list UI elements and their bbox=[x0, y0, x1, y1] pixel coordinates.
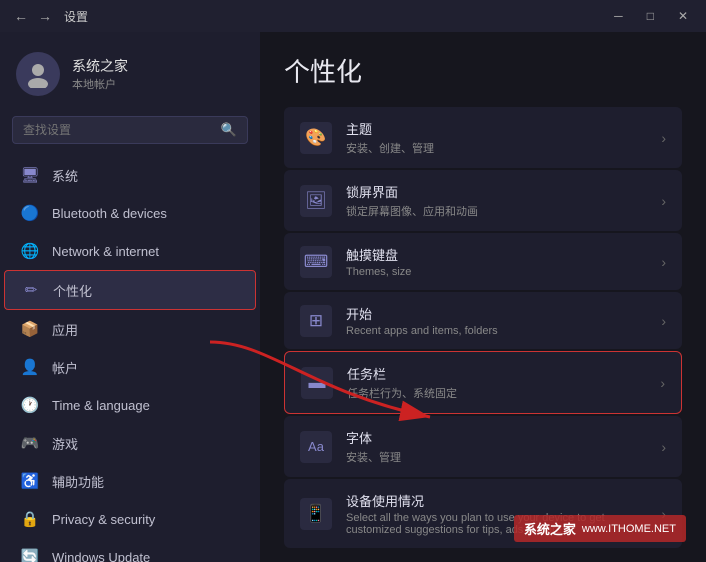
settings-arrow-lockscreen: › bbox=[661, 193, 666, 209]
minimize-button[interactable]: ─ bbox=[608, 7, 629, 25]
settings-list: 🎨 主题 安装、创建、管理 › 🖼 锁屏界面 锁定屏幕图像、应用和动画 › ⌨ … bbox=[284, 107, 682, 548]
settings-title-touchkeyboard: 触摸键盘 bbox=[346, 245, 647, 264]
sidebar-label-apps: 应用 bbox=[52, 320, 78, 339]
settings-item-touchkeyboard[interactable]: ⌨ 触摸键盘 Themes, size › bbox=[284, 233, 682, 290]
titlebar-controls: ─ □ ✕ bbox=[608, 7, 694, 25]
sidebar-item-system[interactable]: 🖥 系统 bbox=[4, 156, 256, 194]
sidebar-label-personalization: 个性化 bbox=[53, 281, 92, 300]
settings-item-taskbar[interactable]: ▬ 任务栏 任务栏行为、系统固定 › bbox=[284, 351, 682, 414]
settings-text-taskbar: 任务栏 任务栏行为、系统固定 bbox=[347, 364, 646, 401]
settings-item-lockscreen[interactable]: 🖼 锁屏界面 锁定屏幕图像、应用和动画 › bbox=[284, 170, 682, 231]
settings-arrow-fonts: › bbox=[661, 439, 666, 455]
sidebar-icon-bluetooth: 🔵 bbox=[20, 203, 40, 223]
sidebar-item-time[interactable]: 🕐 Time & language bbox=[4, 386, 256, 424]
sidebar-icon-time: 🕐 bbox=[20, 395, 40, 415]
sidebar-item-update[interactable]: 🔄 Windows Update bbox=[4, 538, 256, 562]
settings-title-fonts: 字体 bbox=[346, 428, 647, 447]
sidebar-label-network: Network & internet bbox=[52, 244, 159, 259]
settings-text-lockscreen: 锁屏界面 锁定屏幕图像、应用和动画 bbox=[346, 182, 647, 219]
sidebar-icon-system: 🖥 bbox=[20, 165, 40, 185]
settings-text-touchkeyboard: 触摸键盘 Themes, size bbox=[346, 245, 647, 278]
settings-sub-touchkeyboard: Themes, size bbox=[346, 266, 647, 278]
settings-arrow-taskbar: › bbox=[660, 375, 665, 391]
settings-icon-theme: 🎨 bbox=[300, 122, 332, 154]
user-name: 系统之家 bbox=[72, 56, 128, 76]
app-title: 设置 bbox=[64, 8, 88, 25]
maximize-button[interactable]: □ bbox=[641, 7, 660, 25]
sidebar-icon-update: 🔄 bbox=[20, 547, 40, 562]
settings-item-fonts[interactable]: Aa 字体 安装、管理 › bbox=[284, 416, 682, 477]
sidebar-icon-privacy: 🔒 bbox=[20, 509, 40, 529]
sidebar-icon-apps: 📦 bbox=[20, 319, 40, 339]
settings-title-start: 开始 bbox=[346, 304, 647, 323]
sidebar-item-network[interactable]: 🌐 Network & internet bbox=[4, 232, 256, 270]
watermark: 系统之家 www.ITHOME.NET bbox=[514, 515, 686, 542]
user-info: 系统之家 本地帐户 bbox=[72, 56, 128, 92]
settings-icon-touchkeyboard: ⌨ bbox=[300, 246, 332, 278]
sidebar-item-bluetooth[interactable]: 🔵 Bluetooth & devices bbox=[4, 194, 256, 232]
settings-arrow-start: › bbox=[661, 313, 666, 329]
settings-icon-lockscreen: 🖼 bbox=[300, 185, 332, 217]
sidebar-icon-personalization: ✏ bbox=[21, 280, 41, 300]
sidebar-icon-accessibility: ♿ bbox=[20, 471, 40, 491]
settings-title-theme: 主题 bbox=[346, 119, 647, 138]
sidebar-label-privacy: Privacy & security bbox=[52, 512, 155, 527]
sidebar-icon-gaming: 🎮 bbox=[20, 433, 40, 453]
sidebar-label-accessibility: 辅助功能 bbox=[52, 472, 104, 491]
sidebar-icon-network: 🌐 bbox=[20, 241, 40, 261]
sidebar-item-gaming[interactable]: 🎮 游戏 bbox=[4, 424, 256, 462]
settings-item-theme[interactable]: 🎨 主题 安装、创建、管理 › bbox=[284, 107, 682, 168]
page-title: 个性化 bbox=[284, 52, 682, 89]
user-sub: 本地帐户 bbox=[72, 76, 128, 92]
settings-icon-taskbar: ▬ bbox=[301, 367, 333, 399]
search-icon: 🔍 bbox=[221, 122, 237, 138]
titlebar-nav: ← → bbox=[12, 7, 54, 25]
search-box[interactable]: 🔍 bbox=[12, 116, 248, 144]
titlebar-left: ← → 设置 bbox=[12, 7, 88, 25]
settings-icon-fonts: Aa bbox=[300, 431, 332, 463]
content-area: 个性化 🎨 主题 安装、创建、管理 › 🖼 锁屏界面 锁定屏幕图像、应用和动画 … bbox=[260, 32, 706, 562]
sidebar-item-accounts[interactable]: 👤 帐户 bbox=[4, 348, 256, 386]
watermark-url: www.ITHOME.NET bbox=[582, 523, 676, 535]
sidebar-label-update: Windows Update bbox=[52, 550, 150, 562]
sidebar-label-accounts: 帐户 bbox=[52, 358, 78, 377]
titlebar: ← → 设置 ─ □ ✕ bbox=[0, 0, 706, 32]
sidebar: 系统之家 本地帐户 🔍 🖥 系统 🔵 Bluetooth & devices 🌐… bbox=[0, 32, 260, 562]
avatar bbox=[16, 52, 60, 96]
sidebar-label-time: Time & language bbox=[52, 398, 150, 413]
settings-sub-theme: 安装、创建、管理 bbox=[346, 140, 647, 156]
settings-text-theme: 主题 安装、创建、管理 bbox=[346, 119, 647, 156]
settings-text-start: 开始 Recent apps and items, folders bbox=[346, 304, 647, 337]
user-section: 系统之家 本地帐户 bbox=[0, 42, 260, 112]
sidebar-label-gaming: 游戏 bbox=[52, 434, 78, 453]
sidebar-label-bluetooth: Bluetooth & devices bbox=[52, 206, 167, 221]
settings-item-start[interactable]: ⊞ 开始 Recent apps and items, folders › bbox=[284, 292, 682, 349]
sidebar-item-apps[interactable]: 📦 应用 bbox=[4, 310, 256, 348]
settings-arrow-touchkeyboard: › bbox=[661, 254, 666, 270]
forward-button[interactable]: → bbox=[36, 7, 54, 25]
settings-title-lockscreen: 锁屏界面 bbox=[346, 182, 647, 201]
settings-sub-lockscreen: 锁定屏幕图像、应用和动画 bbox=[346, 203, 647, 219]
sidebar-item-accessibility[interactable]: ♿ 辅助功能 bbox=[4, 462, 256, 500]
back-button[interactable]: ← bbox=[12, 7, 30, 25]
settings-icon-start: ⊞ bbox=[300, 305, 332, 337]
sidebar-item-personalization[interactable]: ✏ 个性化 bbox=[4, 270, 256, 310]
search-input[interactable] bbox=[23, 123, 213, 137]
sidebar-icon-accounts: 👤 bbox=[20, 357, 40, 377]
settings-icon-deviceusage: 📱 bbox=[300, 498, 332, 530]
settings-title-deviceusage: 设备使用情况 bbox=[346, 491, 647, 510]
settings-sub-fonts: 安装、管理 bbox=[346, 449, 647, 465]
settings-sub-start: Recent apps and items, folders bbox=[346, 325, 647, 337]
close-button[interactable]: ✕ bbox=[672, 7, 694, 25]
watermark-logo: 系统之家 bbox=[524, 519, 576, 538]
settings-sub-taskbar: 任务栏行为、系统固定 bbox=[347, 385, 646, 401]
sidebar-item-privacy[interactable]: 🔒 Privacy & security bbox=[4, 500, 256, 538]
sidebar-items-container: 🖥 系统 🔵 Bluetooth & devices 🌐 Network & i… bbox=[0, 156, 260, 562]
settings-arrow-theme: › bbox=[661, 130, 666, 146]
sidebar-label-system: 系统 bbox=[52, 166, 78, 185]
settings-text-fonts: 字体 安装、管理 bbox=[346, 428, 647, 465]
settings-title-taskbar: 任务栏 bbox=[347, 364, 646, 383]
